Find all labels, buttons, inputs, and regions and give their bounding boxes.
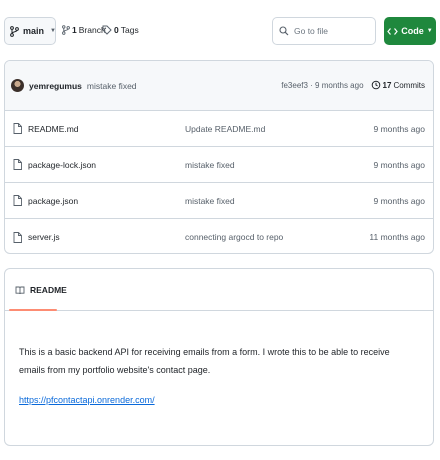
file-listing: yemregumus mistake fixed fe3eef3 · 9 mon… [4, 60, 434, 254]
file-commit-message[interactable]: mistake fixed [185, 160, 235, 170]
tag-count: 0 [114, 25, 119, 35]
code-label: Code [401, 26, 424, 36]
file-name[interactable]: server.js [28, 232, 60, 242]
history-icon [371, 80, 381, 90]
file-commit-message[interactable]: Update README.md [185, 124, 265, 134]
readme-tab-label: README [30, 285, 67, 295]
branches-link[interactable]: 1 Branch [62, 25, 106, 35]
file-icon [13, 231, 22, 243]
go-to-file-placeholder: Go to file [294, 26, 329, 36]
file-row[interactable]: server.js connecting argocd to repo 11 m… [5, 219, 433, 253]
branch-label: main [23, 26, 45, 36]
readme-link[interactable]: https://pfcontactapi.onrender.com/ [19, 395, 155, 405]
file-row[interactable]: package.json mistake fixed 9 months ago [5, 183, 433, 219]
tab-readme[interactable]: README [11, 269, 71, 311]
code-button[interactable]: Code ▼ [384, 17, 436, 45]
branch-count: 1 [72, 25, 77, 35]
commit-author[interactable]: yemregumus [29, 81, 82, 91]
file-row[interactable]: README.md Update README.md 9 months ago [5, 111, 433, 147]
tag-word: Tags [120, 25, 139, 35]
file-row[interactable]: package-lock.json mistake fixed 9 months… [5, 147, 433, 183]
commits-history-link[interactable]: 17 Commits [371, 80, 425, 90]
code-icon [387, 27, 399, 36]
commit-hash-time[interactable]: fe3eef3 · 9 months ago [281, 81, 363, 90]
readme-body: This is a basic backend API for receivin… [5, 311, 433, 405]
active-tab-underline [9, 309, 57, 311]
commit-meta: fe3eef3 · 9 months ago 17 Commits [281, 80, 425, 90]
branch-icon [62, 25, 70, 35]
chevron-down-icon: ▼ [50, 28, 56, 34]
chevron-down-icon: ▼ [426, 28, 433, 34]
file-name[interactable]: package.json [28, 196, 78, 206]
readme-description: This is a basic backend API for receivin… [19, 347, 390, 375]
file-icon [13, 123, 22, 134]
file-date: 9 months ago [373, 159, 425, 170]
file-icon [13, 159, 22, 170]
commits-count: 17 [382, 80, 392, 90]
go-to-file-input[interactable]: Go to file [272, 17, 376, 45]
file-icon [13, 195, 22, 206]
book-icon [15, 286, 25, 295]
tags-link[interactable]: 0 Tags [102, 25, 139, 35]
avatar[interactable] [11, 79, 24, 92]
branch-icon [10, 25, 19, 37]
file-date: 9 months ago [373, 123, 425, 134]
search-icon [279, 26, 289, 36]
repo-toolbar: main ▼ 1 Branch 0 Tags Go to file Code ▼ [4, 16, 436, 46]
tag-icon [102, 25, 112, 35]
branch-selector-button[interactable]: main ▼ [4, 17, 56, 45]
file-commit-message[interactable]: mistake fixed [185, 196, 235, 206]
latest-commit-bar: yemregumus mistake fixed fe3eef3 · 9 mon… [5, 61, 433, 111]
commit-message[interactable]: mistake fixed [87, 81, 137, 91]
file-name[interactable]: package-lock.json [28, 160, 96, 170]
commits-word: Commits [393, 80, 425, 90]
file-commit-message[interactable]: connecting argocd to repo [185, 232, 283, 242]
file-date: 9 months ago [373, 195, 425, 206]
readme-header: README [5, 269, 433, 311]
file-date: 11 months ago [369, 232, 425, 242]
readme-panel: README This is a basic backend API for r… [4, 268, 434, 446]
file-name[interactable]: README.md [28, 124, 79, 134]
